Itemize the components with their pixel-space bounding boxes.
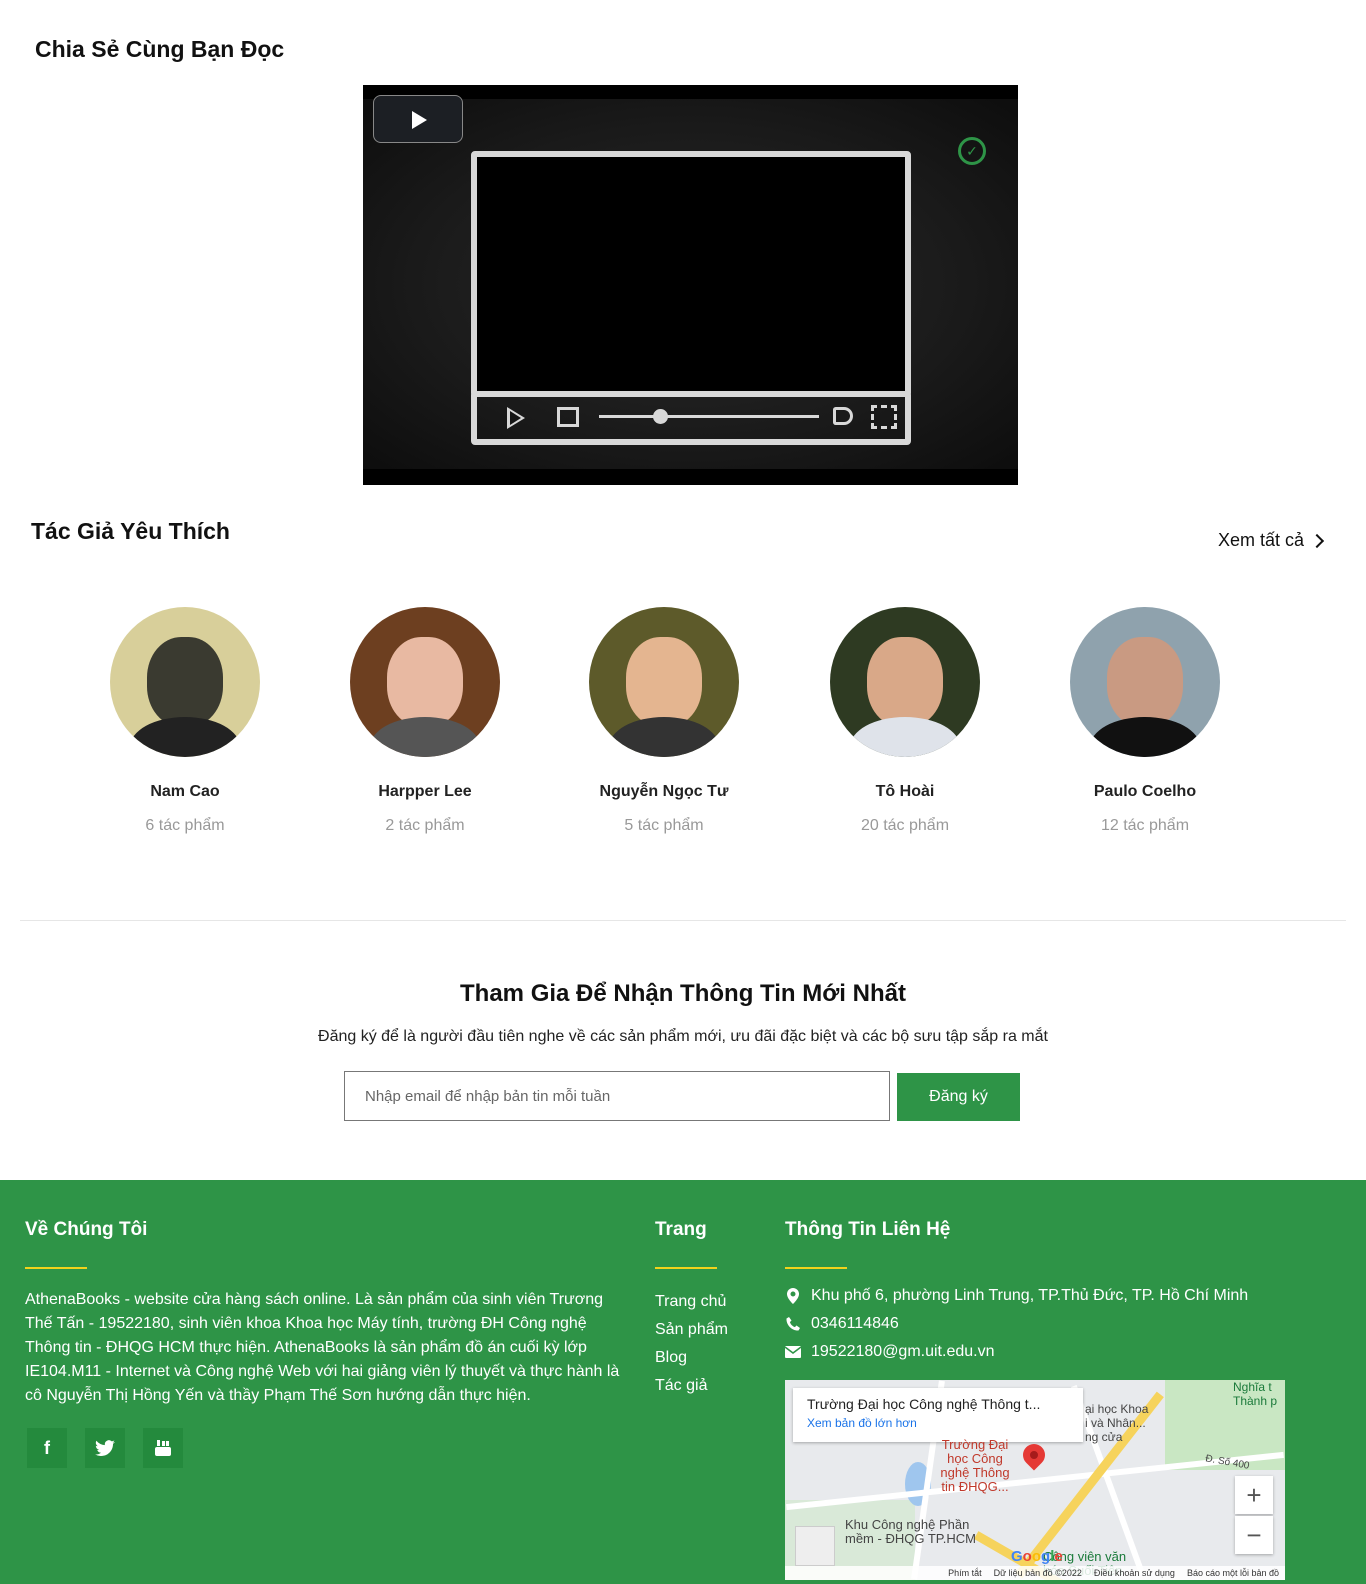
facebook-icon: f [44, 1437, 50, 1458]
author-card[interactable]: Nam Cao 6 tác phẩm [85, 607, 285, 835]
twitter-icon [95, 1440, 115, 1456]
author-avatar [110, 607, 260, 757]
street-view-pegman-icon[interactable] [795, 1526, 835, 1566]
chevron-right-icon [1309, 533, 1325, 548]
progress-track [599, 415, 819, 418]
site-footer: Về Chúng Tôi AthenaBooks - website cửa h… [0, 1180, 1366, 1584]
author-card[interactable]: Tô Hoài 20 tác phẩm [805, 607, 1005, 835]
youtube-icon [155, 1440, 171, 1456]
share-section-title: Chia Sẻ Cùng Bạn Đọc [35, 36, 285, 62]
footer-about-text: AthenaBooks - website cửa hàng sách onli… [25, 1291, 620, 1404]
author-card[interactable]: Harpper Lee 2 tác phẩm [325, 607, 525, 835]
newsletter-subtitle: Đăng ký để là người đầu tiên nghe về các… [318, 1028, 1048, 1045]
video-play-button[interactable] [373, 95, 463, 143]
map-report-error-link[interactable]: Báo cáo một lỗi bản đồ [1187, 1568, 1279, 1578]
map-marker-icon [785, 1288, 801, 1304]
contact-address: Khu phố 6, phường Linh Trung, TP.Thủ Đức… [785, 1287, 1248, 1305]
author-avatar [589, 607, 739, 757]
video-player[interactable]: ✓ [363, 85, 1018, 485]
embedded-map[interactable]: Trường Đại học Công nghệ Thông t... Xem … [785, 1380, 1285, 1580]
map-place-label: Trường Đại học Công nghệ Thông tin ĐHQG.… [940, 1437, 1010, 1494]
envelope-icon [785, 1344, 801, 1360]
footer-link-authors[interactable]: Tác giả [655, 1372, 728, 1400]
contact-address-text: Khu phố 6, phường Linh Trung, TP.Thủ Đức… [811, 1287, 1249, 1304]
author-work-count: 20 tác phẩm [860, 817, 950, 834]
footer-about-title: Về Chúng Tôi [25, 1219, 148, 1240]
google-logo: Google [1011, 1548, 1063, 1565]
map-terms-link[interactable]: Điều khoản sử dụng [1094, 1568, 1175, 1578]
youtube-button[interactable] [143, 1428, 183, 1468]
contact-email-text[interactable]: 19522180@gm.uit.edu.vn [811, 1343, 994, 1361]
channel-logo-icon: ✓ [958, 137, 986, 165]
footer-about-underline [25, 1267, 87, 1269]
map-attribution-bar: Phím tắt Dữ liệu bản đồ ©2022 Điều khoản… [785, 1566, 1285, 1580]
map-data-credit: Dữ liệu bản đồ ©2022 [993, 1568, 1082, 1578]
author-card[interactable]: Paulo Coelho 12 tác phẩm [1045, 607, 1245, 835]
footer-pages-title: Trang [655, 1219, 707, 1240]
map-place-card: Trường Đại học Công nghệ Thông t... Xem … [793, 1388, 1083, 1442]
newsletter-title: Tham Gia Để Nhận Thông Tin Mới Nhất [460, 980, 906, 1007]
footer-link-blog[interactable]: Blog [655, 1344, 728, 1372]
thumbnail-controls [471, 391, 911, 445]
play-icon [507, 407, 525, 429]
section-divider [20, 920, 1346, 921]
author-name: Nguyễn Ngọc Tư [599, 783, 729, 800]
fullscreen-icon [871, 405, 897, 429]
map-label-khoa: ại học Khoa i và Nhân... ng cửa [1085, 1402, 1149, 1444]
contact-phone-text[interactable]: 0346114846 [811, 1315, 899, 1333]
phone-icon [785, 1316, 801, 1332]
author-name: Tô Hoài [875, 783, 935, 800]
footer-contact-underline [785, 1267, 847, 1269]
map-label-nghia: Nghĩa t Thành p [1233, 1380, 1278, 1408]
footer-contact-title: Thông Tin Liên Hệ [785, 1219, 951, 1240]
video-thumbnail: ✓ [363, 99, 1018, 469]
author-avatar [1070, 607, 1220, 757]
thumbnail-screen-frame [471, 151, 911, 397]
author-avatar [830, 607, 980, 757]
map-zoom-out-button[interactable]: − [1235, 1516, 1273, 1554]
author-work-count: 12 tác phẩm [1100, 817, 1190, 834]
twitter-button[interactable] [85, 1428, 125, 1468]
map-shortcuts-link[interactable]: Phím tắt [948, 1568, 982, 1578]
facebook-button[interactable]: f [27, 1428, 67, 1468]
see-all-label: Xem tất cả [1218, 530, 1305, 550]
newsletter-email-input[interactable] [344, 1071, 890, 1121]
volume-icon [833, 407, 853, 425]
author-work-count: 2 tác phẩm [385, 817, 465, 834]
authors-section-title: Tác Giả Yêu Thích [31, 518, 230, 544]
map-view-larger-link[interactable]: Xem bản đồ lớn hơn [807, 1416, 1069, 1430]
map-zoom-in-button[interactable]: + [1235, 1476, 1273, 1514]
author-work-count: 5 tác phẩm [624, 817, 704, 834]
footer-link-products[interactable]: Sản phẩm [655, 1316, 728, 1344]
see-all-authors-link[interactable]: Xem tất cả [1218, 530, 1325, 551]
progress-knob [653, 409, 668, 424]
footer-pages-list: Trang chủ Sản phẩm Blog Tác giả [655, 1288, 728, 1400]
stop-icon [557, 407, 579, 427]
contact-phone: 0346114846 [785, 1315, 899, 1333]
footer-pages-underline [655, 1267, 717, 1269]
author-avatar [350, 607, 500, 757]
author-card[interactable]: Nguyễn Ngọc Tư 5 tác phẩm [564, 607, 764, 835]
author-name: Paulo Coelho [1093, 783, 1197, 800]
map-label-tech-park: Khu Công nghệ Phần mềm - ĐHQG TP.HCM [845, 1517, 976, 1546]
footer-link-home[interactable]: Trang chủ [655, 1288, 728, 1316]
newsletter-subscribe-button[interactable]: Đăng ký [897, 1073, 1020, 1121]
map-place-title: Trường Đại học Công nghệ Thông t... [807, 1396, 1041, 1412]
contact-email: 19522180@gm.uit.edu.vn [785, 1343, 994, 1361]
author-work-count: 6 tác phẩm [145, 817, 225, 834]
map-pin-icon[interactable] [1018, 1439, 1050, 1471]
author-name: Harpper Lee [378, 783, 472, 800]
author-name: Nam Cao [150, 783, 220, 800]
